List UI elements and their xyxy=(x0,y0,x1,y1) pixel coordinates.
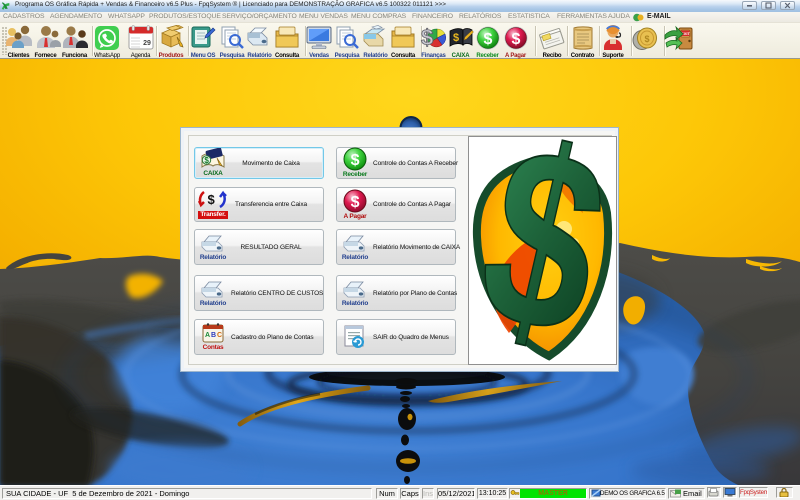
svg-text:B: B xyxy=(211,332,216,339)
svg-text:29: 29 xyxy=(143,40,151,47)
svg-text:$: $ xyxy=(644,34,649,44)
svg-text:$: $ xyxy=(351,194,360,211)
svg-text:C: C xyxy=(217,332,222,339)
svg-text:$: $ xyxy=(483,31,492,48)
svg-text:$: $ xyxy=(421,25,433,50)
svg-text:$: $ xyxy=(469,137,616,364)
svg-text:$: $ xyxy=(511,31,520,48)
svg-text:$: $ xyxy=(351,152,360,169)
svg-text:$: $ xyxy=(452,32,458,44)
svg-text:$: $ xyxy=(207,192,215,207)
svg-text:A: A xyxy=(205,332,210,339)
